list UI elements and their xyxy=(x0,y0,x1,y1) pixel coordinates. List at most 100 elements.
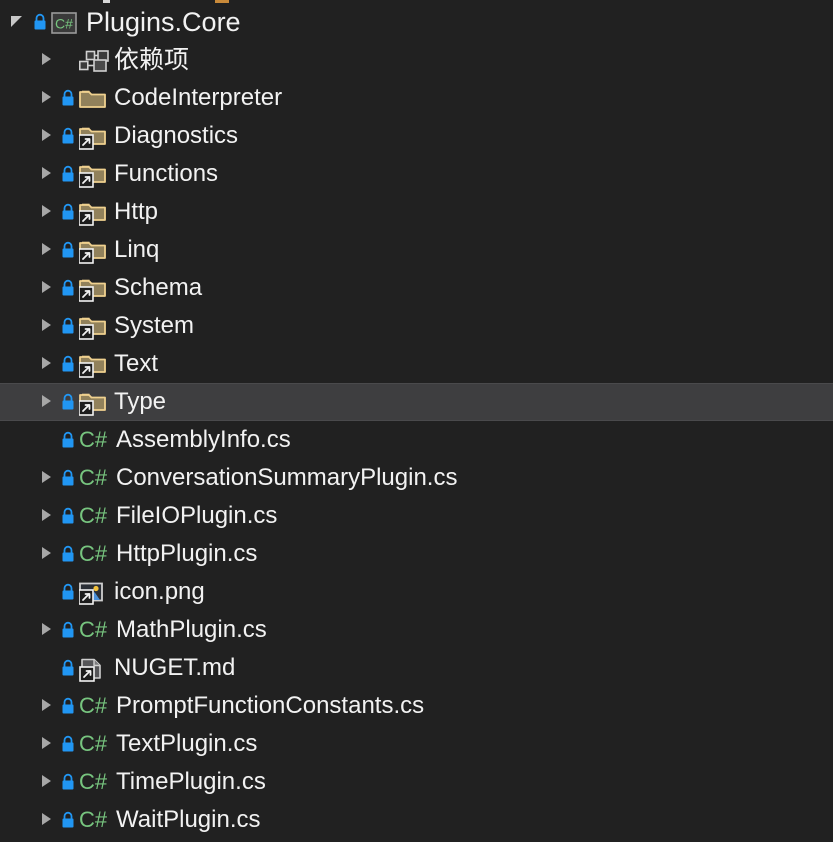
csharp-file-icon: C# xyxy=(78,801,110,839)
folder-shortcut-icon xyxy=(78,155,108,193)
tree-item[interactable]: CodeInterpreter xyxy=(0,79,833,117)
tree-item-label: Http xyxy=(108,193,158,231)
tree-item[interactable]: System xyxy=(0,307,833,345)
csharp-file-icon: C# xyxy=(78,459,110,497)
lock-icon xyxy=(58,345,78,383)
lock-placeholder xyxy=(58,41,78,79)
tree-item[interactable]: Text xyxy=(0,345,833,383)
tree-item[interactable]: C#PromptFunctionConstants.cs xyxy=(0,687,833,725)
csharp-project-icon: C# xyxy=(50,3,80,41)
csharp-file-icon: C# xyxy=(78,687,110,725)
csharp-file-icon-label: C# xyxy=(79,725,107,763)
expander-collapsed-icon[interactable] xyxy=(36,41,58,79)
tree-item[interactable]: Schema xyxy=(0,269,833,307)
expander-placeholder xyxy=(36,421,58,459)
tree-item-label: Functions xyxy=(108,155,218,193)
tree-item[interactable]: Linq xyxy=(0,231,833,269)
tree-item[interactable]: C#WaitPlugin.cs xyxy=(0,801,833,839)
tree-item[interactable]: Diagnostics xyxy=(0,117,833,155)
lock-icon xyxy=(58,231,78,269)
csharp-file-icon-label: C# xyxy=(79,459,107,497)
tree-item[interactable]: icon.png xyxy=(0,573,833,611)
svg-text:C#: C# xyxy=(55,16,73,32)
image-shortcut-icon xyxy=(78,573,108,611)
tree-item-label: TextPlugin.cs xyxy=(110,725,257,763)
tree-item-label: PromptFunctionConstants.cs xyxy=(110,687,424,725)
expander-expanded-icon[interactable] xyxy=(8,3,30,41)
csharp-file-icon-label: C# xyxy=(79,497,107,535)
tree-item-label: Plugins.Core xyxy=(80,3,241,41)
tree-item[interactable]: C#TextPlugin.cs xyxy=(0,725,833,763)
tree-item[interactable]: C#MathPlugin.cs xyxy=(0,611,833,649)
tree-item[interactable]: C#FileIOPlugin.cs xyxy=(0,497,833,535)
expander-collapsed-icon[interactable] xyxy=(36,687,58,725)
lock-icon xyxy=(58,383,78,421)
tree-item[interactable]: Type xyxy=(0,383,833,421)
csharp-file-icon: C# xyxy=(78,421,110,459)
tree-item[interactable]: C#HttpPlugin.cs xyxy=(0,535,833,573)
lock-icon xyxy=(58,269,78,307)
expander-collapsed-icon[interactable] xyxy=(36,231,58,269)
tree-item-label: AssemblyInfo.cs xyxy=(110,421,291,459)
tree-item-label: MathPlugin.cs xyxy=(110,611,267,649)
expander-collapsed-icon[interactable] xyxy=(36,725,58,763)
csharp-file-icon-label: C# xyxy=(79,611,107,649)
expander-collapsed-icon[interactable] xyxy=(36,193,58,231)
folder-shortcut-icon xyxy=(78,193,108,231)
lock-icon xyxy=(30,3,50,41)
lock-icon xyxy=(58,763,78,801)
expander-collapsed-icon[interactable] xyxy=(36,117,58,155)
expander-collapsed-icon[interactable] xyxy=(36,497,58,535)
tree-item[interactable]: Http xyxy=(0,193,833,231)
lock-icon xyxy=(58,193,78,231)
csharp-file-icon: C# xyxy=(78,535,110,573)
lock-icon xyxy=(58,611,78,649)
tree-item-label: NUGET.md xyxy=(108,649,235,687)
expander-collapsed-icon[interactable] xyxy=(36,155,58,193)
markdown-shortcut-icon xyxy=(78,649,108,687)
tree-item[interactable]: NUGET.md xyxy=(0,649,833,687)
tree-item-label: Text xyxy=(108,345,158,383)
expander-collapsed-icon[interactable] xyxy=(36,535,58,573)
tree-item-label: ConversationSummaryPlugin.cs xyxy=(110,459,457,497)
expander-placeholder xyxy=(36,649,58,687)
lock-icon xyxy=(58,307,78,345)
lock-icon xyxy=(58,79,78,117)
expander-collapsed-icon[interactable] xyxy=(36,611,58,649)
lock-icon xyxy=(58,687,78,725)
lock-icon xyxy=(58,497,78,535)
csharp-file-icon-label: C# xyxy=(79,535,107,573)
expander-collapsed-icon[interactable] xyxy=(36,269,58,307)
tree-item-label: HttpPlugin.cs xyxy=(110,535,257,573)
folder-shortcut-icon xyxy=(78,345,108,383)
folder-shortcut-icon xyxy=(78,117,108,155)
expander-placeholder xyxy=(36,573,58,611)
tree-item-label: icon.png xyxy=(108,573,205,611)
expander-collapsed-icon[interactable] xyxy=(36,383,58,421)
solution-explorer-tree[interactable]: C# Plugins.Core依赖项CodeInterpreterDiagnost… xyxy=(0,0,833,842)
csharp-file-icon: C# xyxy=(78,763,110,801)
tree-item[interactable]: 依赖项 xyxy=(0,41,833,79)
tree-item-label: 依赖项 xyxy=(108,41,189,79)
folder-shortcut-icon xyxy=(78,269,108,307)
expander-collapsed-icon[interactable] xyxy=(36,763,58,801)
tree-item[interactable]: C#AssemblyInfo.cs xyxy=(0,421,833,459)
expander-collapsed-icon[interactable] xyxy=(36,345,58,383)
tree-item-label: WaitPlugin.cs xyxy=(110,801,261,839)
tree-item[interactable]: C# Plugins.Core xyxy=(0,3,833,41)
tree-item-label: Type xyxy=(108,383,166,421)
dependencies-icon xyxy=(78,41,108,79)
expander-collapsed-icon[interactable] xyxy=(36,307,58,345)
tree-item[interactable]: Functions xyxy=(0,155,833,193)
lock-icon xyxy=(58,535,78,573)
tree-item-label: FileIOPlugin.cs xyxy=(110,497,277,535)
expander-collapsed-icon[interactable] xyxy=(36,459,58,497)
expander-collapsed-icon[interactable] xyxy=(36,801,58,839)
folder-shortcut-icon xyxy=(78,383,108,421)
lock-icon xyxy=(58,459,78,497)
tree-item[interactable]: C#TimePlugin.cs xyxy=(0,763,833,801)
tree-item-label: Linq xyxy=(108,231,159,269)
tree-item[interactable]: C#ConversationSummaryPlugin.cs xyxy=(0,459,833,497)
tree-item-label: Diagnostics xyxy=(108,117,238,155)
expander-collapsed-icon[interactable] xyxy=(36,79,58,117)
